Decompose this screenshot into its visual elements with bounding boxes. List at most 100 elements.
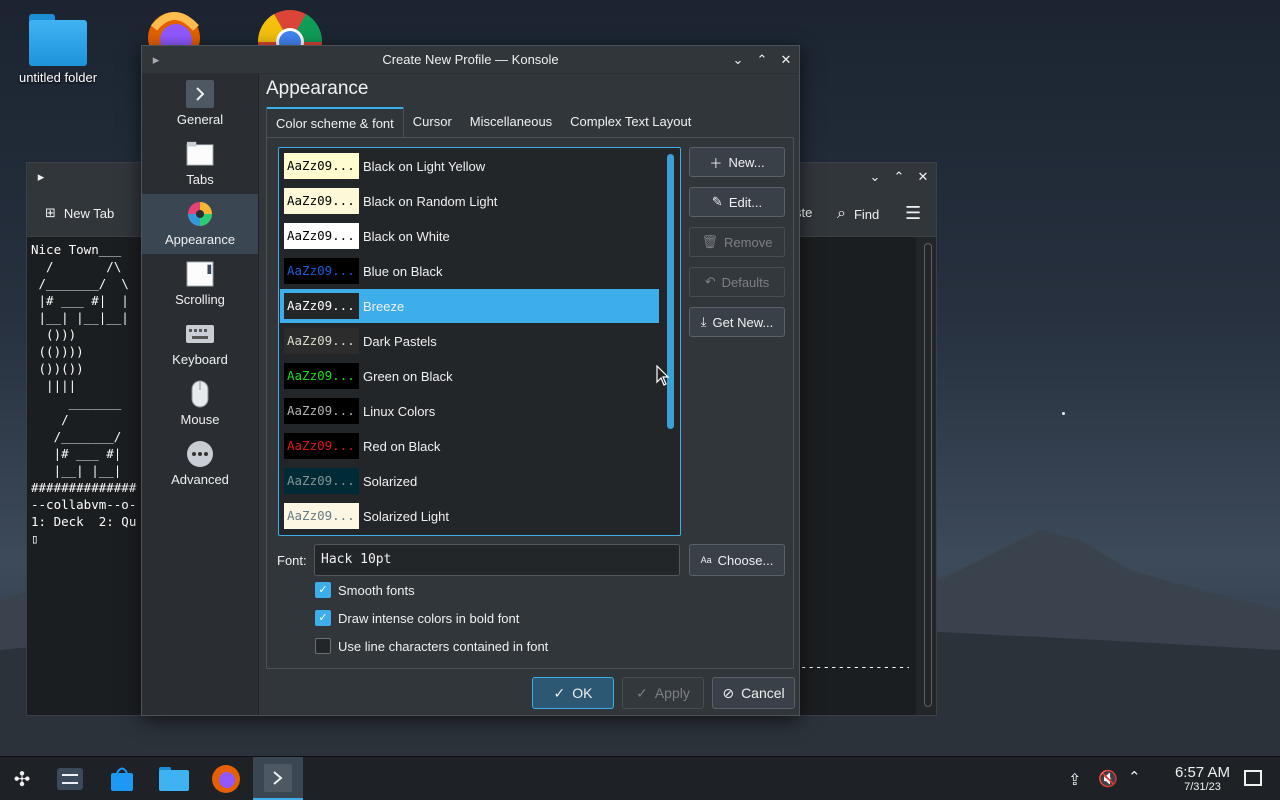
minimize-icon[interactable]: ⌄	[867, 169, 883, 185]
scheme-row[interactable]: AaZz09... Blue on Black	[280, 254, 659, 288]
check-icon: ✓	[318, 584, 328, 596]
font-label: Font:	[277, 553, 307, 568]
dialog-titlebar[interactable]: ▸ Create New Profile — Konsole ⌄ ⌃ ✕	[142, 46, 799, 74]
minimize-icon[interactable]: ⌄	[730, 52, 746, 68]
sidebar-item-appearance[interactable]: Appearance	[142, 194, 258, 254]
tab-miscellaneous[interactable]: Miscellaneous	[461, 107, 561, 137]
desktop-chrome-icon[interactable]	[240, 8, 340, 74]
scheme-row[interactable]: AaZz09... Solarized	[280, 464, 659, 498]
font-field[interactable]: Hack 10pt	[314, 544, 680, 576]
remove-scheme-label: Remove	[724, 234, 773, 250]
discover-store-button[interactable]	[106, 763, 138, 795]
scheme-row[interactable]: AaZz09... Breeze	[280, 289, 659, 323]
create-profile-dialog[interactable]: ▸ Create New Profile — Konsole ⌄ ⌃ ✕ Gen…	[141, 45, 800, 716]
desktop-folder-label: untitled folder	[18, 70, 98, 85]
desktop-folder-icon[interactable]: untitled folder	[8, 14, 108, 85]
checkbox-label: Smooth fonts	[338, 582, 415, 598]
desktop-firefox-icon[interactable]	[124, 8, 224, 64]
system-settings-button[interactable]	[54, 763, 86, 795]
scheme-list-scrollbar[interactable]	[667, 154, 674, 429]
cancel-button[interactable]: ⊘ Cancel	[712, 677, 795, 709]
checkbox[interactable]	[315, 638, 331, 654]
checkbox[interactable]: ✓	[315, 610, 331, 626]
sidebar-item-tabs[interactable]: Tabs	[142, 134, 258, 194]
scheme-row[interactable]: AaZz09... Linux Colors	[280, 394, 659, 428]
menu-icon: ☰	[905, 203, 922, 223]
color-scheme-list[interactable]: AaZz09... Solarized Light AaZz09... Solariz…	[278, 147, 681, 536]
checkbox-label: Draw intense colors in bold font	[338, 610, 520, 626]
check-icon: ✓	[553, 684, 566, 701]
checkbox-row[interactable]: ✓ Smooth fonts	[315, 582, 415, 598]
scheme-row[interactable]: AaZz09... Dark Pastels	[280, 324, 659, 358]
sidebar-item-general[interactable]: General	[142, 74, 258, 134]
choose-font-button[interactable]: Aa Choose...	[689, 544, 785, 576]
hamburger-menu-button[interactable]: ☰	[905, 203, 921, 224]
scheme-name: Black on White	[363, 228, 450, 244]
show-desktop-icon[interactable]	[1244, 770, 1262, 786]
ok-button[interactable]: ✓ OK	[532, 677, 614, 709]
checkbox-row[interactable]: ✓ Draw intense colors in bold font	[315, 610, 519, 626]
system-clock[interactable]: 6:57 AM 7/31/23	[1175, 764, 1230, 793]
scheme-name: Green on Black	[363, 368, 453, 384]
scheme-preview-swatch: AaZz09...	[284, 328, 359, 354]
apply-button[interactable]: ✓ Apply	[622, 677, 704, 709]
apply-label: Apply	[654, 685, 690, 701]
scheme-preview-swatch: AaZz09...	[284, 398, 359, 424]
sidebar-item-mouse[interactable]: Mouse	[142, 374, 258, 434]
scheme-preview-swatch: AaZz09...	[284, 503, 359, 529]
scheme-preview-swatch: AaZz09...	[284, 188, 359, 214]
scheme-row[interactable]: AaZz09... Green on Black	[280, 359, 659, 393]
sidebar-item-label: Scrolling	[175, 292, 225, 307]
tray-expand-icon[interactable]: ⌃	[1128, 768, 1141, 786]
defaults-button[interactable]: ↶ Defaults	[689, 267, 785, 297]
scheme-name: Blue on Black	[363, 263, 443, 279]
edit-scheme-button[interactable]: ✎ Edit...	[689, 187, 785, 217]
scheme-row[interactable]: AaZz09... Solarized Light	[280, 499, 659, 533]
maximize-icon[interactable]: ⌃	[891, 169, 907, 185]
tab-cursor[interactable]: Cursor	[404, 107, 461, 137]
wallpaper-star	[1062, 412, 1065, 415]
scheme-row[interactable]: AaZz09... Black on Random Light	[280, 184, 659, 218]
firefox-taskbar-button[interactable]	[210, 763, 242, 795]
close-icon[interactable]: ✕	[778, 52, 794, 68]
scheme-name: Solarized Light	[363, 508, 449, 524]
maximize-icon[interactable]: ⌃	[754, 52, 770, 68]
update-notifier-icon[interactable]: ⇪	[1068, 770, 1081, 790]
tab-complex-text-layout[interactable]: Complex Text Layout	[561, 107, 700, 137]
scheme-row[interactable]: AaZz09... Black on White	[280, 219, 659, 253]
app-launcher-button[interactable]: ✣	[6, 763, 38, 795]
scheme-name: Linux Colors	[363, 403, 436, 419]
chrome-icon	[257, 10, 323, 74]
sidebar-item-keyboard[interactable]: Keyboard	[142, 314, 258, 374]
keyboard-icon	[186, 320, 214, 348]
file-manager-button[interactable]	[158, 763, 190, 795]
more-icon	[186, 440, 214, 468]
checkbox-row[interactable]: Use line characters contained in font	[315, 638, 548, 654]
scheme-name: Solarized	[363, 473, 418, 489]
tabs-icon	[186, 140, 214, 168]
find-button[interactable]: ⌕ Find	[837, 205, 879, 223]
new-tab-button[interactable]: ⊞ New Tab	[45, 205, 114, 221]
close-icon[interactable]: ✕	[915, 169, 931, 185]
sidebar-item-scrolling[interactable]: Scrolling	[142, 254, 258, 314]
scheme-name: Dark Pastels	[363, 333, 437, 349]
sidebar-item-label: Keyboard	[172, 352, 228, 367]
check-icon: ✓	[636, 684, 648, 701]
remove-scheme-button[interactable]: 🗑 Remove	[689, 227, 785, 257]
scheme-row[interactable]: AaZz09... Red on Black	[280, 429, 659, 463]
get-new-button[interactable]: ⤓ Get New...	[689, 307, 785, 337]
tab-color-scheme-font[interactable]: Color scheme & font	[266, 107, 404, 137]
checkbox-label: Use line characters contained in font	[338, 638, 549, 654]
volume-muted-icon[interactable]: 🔇	[1098, 769, 1118, 789]
scheme-row[interactable]: AaZz09... Black on Light Yellow	[280, 149, 659, 183]
terminal-scrollbar[interactable]	[924, 243, 932, 707]
page-title: Appearance	[266, 78, 369, 99]
konsole-taskbar-button[interactable]	[253, 757, 303, 800]
scheme-preview-swatch: AaZz09...	[284, 293, 359, 319]
checkbox[interactable]: ✓	[315, 582, 331, 598]
sidebar-item-advanced[interactable]: Advanced	[142, 434, 258, 494]
folder-icon	[29, 14, 87, 66]
new-scheme-button[interactable]: ＋ New...	[689, 147, 785, 177]
defaults-label: Defaults	[721, 274, 770, 290]
shopping-bag-icon	[111, 767, 133, 791]
